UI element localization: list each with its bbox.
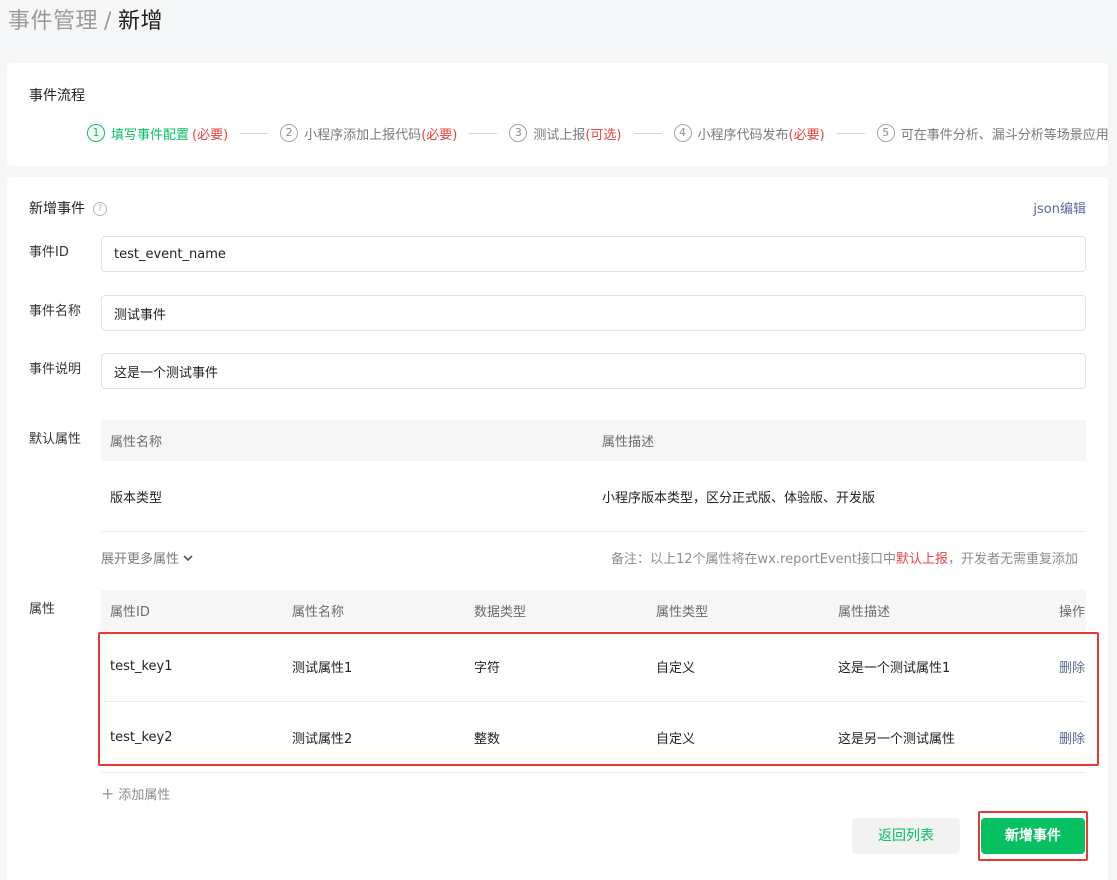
- step-tag: (必要): [421, 127, 458, 143]
- default-attrs-note: 备注：以上12个属性将在wx.reportEvent接口中默认上报，开发者无需重…: [611, 548, 1078, 567]
- header-attr-id: 属性ID: [110, 605, 150, 620]
- event-name-input[interactable]: [101, 295, 1086, 331]
- breadcrumb-parent[interactable]: 事件管理: [8, 9, 98, 34]
- attrs-label: 属性: [29, 602, 56, 617]
- flow-steps: 1 填写事件配置 (必要) 2 小程序添加上报代码 (必要) 3 测试上报 (可…: [87, 123, 1109, 143]
- header-attr-name: 属性名称: [110, 435, 163, 450]
- step-label: 可在事件分析、漏斗分析等场景应用: [900, 127, 1109, 143]
- flow-step-1: 1 填写事件配置 (必要): [87, 124, 228, 143]
- default-attrs-label: 默认属性: [29, 432, 82, 447]
- event-name-label: 事件名称: [29, 304, 82, 319]
- header-attr-desc: 属性描述: [838, 605, 891, 620]
- event-id-input[interactable]: [101, 236, 1086, 272]
- step-number: 3: [509, 124, 528, 142]
- event-desc-label: 事件说明: [29, 362, 82, 377]
- attrs-header: 属性ID 属性名称 数据类型 属性类型 属性描述 操作: [101, 590, 1086, 631]
- note-prefix: 备注：以上12个属性将在wx.reportEvent接口中: [611, 552, 896, 567]
- expand-more-label: 展开更多属性: [101, 552, 180, 567]
- back-to-list-button[interactable]: 返回列表: [852, 818, 960, 854]
- flow-step-4: 4 小程序代码发布 (必要): [673, 124, 825, 143]
- header-data-type: 数据类型: [474, 605, 527, 620]
- header-attr-type: 属性类型: [656, 605, 709, 620]
- flow-step-5: 5 可在事件分析、漏斗分析等场景应用: [876, 124, 1109, 143]
- step-number: 2: [280, 124, 299, 142]
- new-event-form-card: 新增事件 ? json编辑 事件ID 事件名称 事件说明 默认属性 属性名称 属…: [7, 177, 1108, 880]
- note-highlight: 默认上报: [895, 552, 948, 567]
- highlight-box-submit: [978, 811, 1088, 861]
- step-label: 小程序代码发布: [697, 127, 789, 143]
- form-title-text: 新增事件: [29, 201, 85, 217]
- add-attr-label: 添加属性: [118, 788, 171, 803]
- event-desc-input[interactable]: [101, 353, 1086, 389]
- step-label: 小程序添加上报代码: [304, 127, 422, 143]
- chevron-down-icon: [183, 554, 193, 561]
- step-label: 填写事件配置: [111, 127, 190, 143]
- default-attrs-table: 属性名称 属性描述 版本类型 小程序版本类型，区分正式版、体验版、开发版: [101, 420, 1086, 532]
- header-attr-name: 属性名称: [292, 605, 345, 620]
- attr-desc-cell: 小程序版本类型，区分正式版、体验版、开发版: [602, 490, 876, 506]
- breadcrumb: 事件管理 / 新增: [8, 6, 163, 38]
- header-attr-desc: 属性描述: [602, 435, 655, 450]
- step-tag: (必要): [192, 127, 229, 143]
- attr-name-cell: 版本类型: [110, 490, 163, 506]
- expand-more-attrs[interactable]: 展开更多属性: [101, 548, 194, 567]
- step-connector: [633, 132, 662, 134]
- highlight-box-attr-rows: [98, 632, 1099, 766]
- flow-step-3: 3 测试上报 (可选): [509, 124, 622, 143]
- step-number: 5: [876, 124, 895, 142]
- breadcrumb-separator: /: [104, 9, 112, 34]
- step-tag: (可选): [585, 127, 622, 143]
- help-icon[interactable]: ?: [93, 202, 107, 216]
- flow-step-2: 2 小程序添加上报代码 (必要): [280, 124, 457, 143]
- step-connector: [836, 132, 865, 134]
- step-label: 测试上报: [533, 127, 586, 143]
- step-number: 1: [87, 124, 105, 142]
- page-title: 新增: [117, 9, 163, 34]
- add-attr-button[interactable]: + 添加属性: [101, 784, 170, 803]
- step-number: 4: [673, 124, 692, 142]
- header-action: 操作: [1058, 605, 1085, 620]
- step-tag: (必要): [788, 127, 825, 143]
- flow-title: 事件流程: [29, 88, 85, 104]
- table-row: 版本类型 小程序版本类型，区分正式版、体验版、开发版: [101, 461, 1086, 532]
- step-connector: [469, 132, 498, 134]
- note-suffix: ，开发者无需重复添加: [947, 552, 1078, 567]
- json-edit-link[interactable]: json编辑: [1033, 198, 1086, 217]
- form-title: 新增事件 ?: [29, 199, 107, 219]
- default-attrs-header: 属性名称 属性描述: [101, 420, 1086, 461]
- step-connector: [240, 132, 269, 134]
- event-id-label: 事件ID: [29, 245, 69, 260]
- plus-icon: +: [101, 784, 115, 803]
- event-flow-card: 事件流程 1 填写事件配置 (必要) 2 小程序添加上报代码 (必要) 3 测试…: [7, 63, 1109, 166]
